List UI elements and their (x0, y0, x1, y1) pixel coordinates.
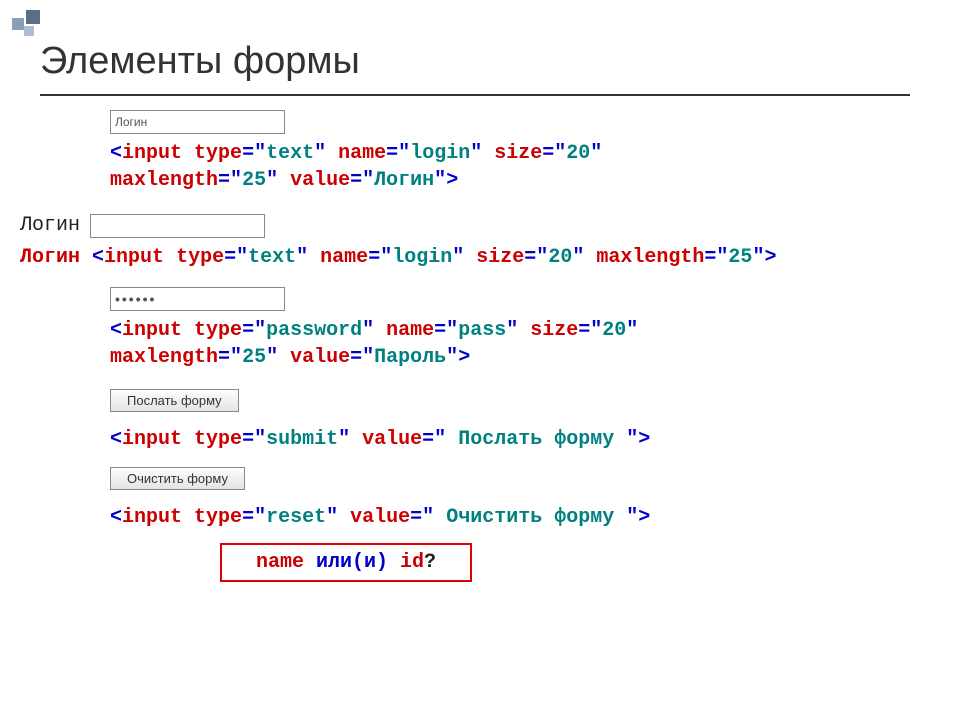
slide-title: Элементы формы (40, 40, 360, 83)
password-input[interactable]: •••••• (110, 287, 285, 311)
reset-button[interactable]: Очистить форму (110, 467, 245, 490)
submit-button[interactable]: Послать форму (110, 389, 239, 412)
slide-content: Логин <input type="text" name="login" si… (20, 110, 940, 582)
code-input-submit: <input type="submit" value=" Послать фор… (110, 426, 940, 453)
login-input-empty[interactable] (90, 214, 265, 238)
title-underline (40, 94, 910, 96)
code-input-reset: <input type="reset" value=" Очистить фор… (110, 504, 940, 531)
code-input-password: <input type="password" name="pass" size=… (110, 317, 940, 371)
code-input-text-no-value: Логин <input type="text" name="login" si… (20, 244, 940, 271)
name-or-id-callout: name или(и) id? (220, 543, 472, 582)
login-label: Логин (20, 214, 80, 237)
login-input-prefilled[interactable]: Логин (110, 110, 285, 134)
code-input-text-with-value: <input type="text" name="login" size="20… (110, 140, 940, 194)
